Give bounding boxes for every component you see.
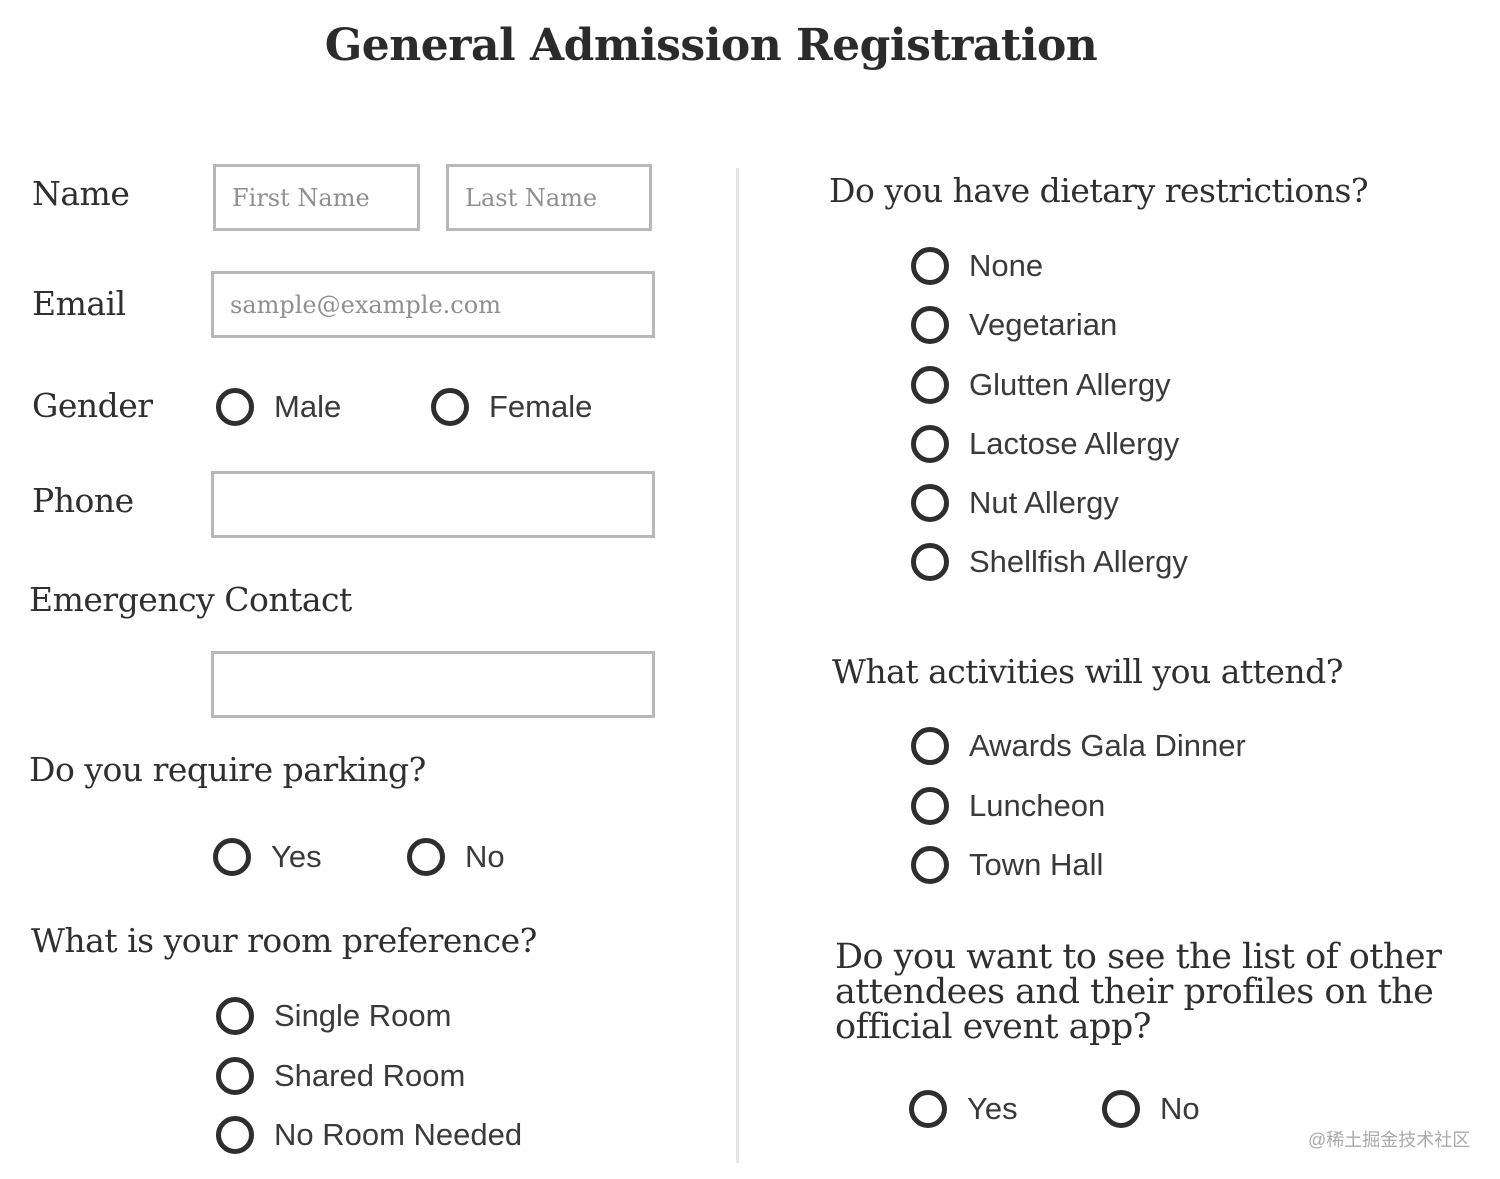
radio-label: Town Hall bbox=[969, 847, 1104, 882]
radio-label: Yes bbox=[271, 839, 322, 874]
phone-label: Phone bbox=[32, 481, 134, 520]
dietary-question: Do you have dietary restrictions? bbox=[829, 171, 1369, 210]
gender-male-radio[interactable]: Male bbox=[216, 388, 341, 426]
gender-female-radio[interactable]: Female bbox=[431, 388, 592, 426]
first-name-input[interactable]: First Name bbox=[213, 164, 420, 231]
radio-label: Glutten Allergy bbox=[969, 367, 1171, 402]
parking-question: Do you require parking? bbox=[29, 750, 426, 789]
radio-circle-icon bbox=[213, 838, 251, 876]
radio-circle-icon bbox=[911, 247, 949, 285]
room-question: What is your room preference? bbox=[31, 921, 537, 960]
radio-circle-icon bbox=[1102, 1090, 1140, 1128]
activity-luncheon-radio[interactable]: Luncheon bbox=[911, 787, 1105, 825]
radio-circle-icon bbox=[216, 997, 254, 1035]
radio-circle-icon bbox=[407, 838, 445, 876]
parking-yes-radio[interactable]: Yes bbox=[213, 838, 322, 876]
attendees-question-line: official event app? bbox=[835, 1007, 1152, 1047]
attendees-no-radio[interactable]: No bbox=[1102, 1090, 1200, 1128]
column-divider bbox=[736, 168, 739, 1163]
radio-label: None bbox=[969, 248, 1044, 283]
room-shared-radio[interactable]: Shared Room bbox=[216, 1057, 465, 1095]
watermark: @稀土掘金技术社区 bbox=[1308, 1130, 1471, 1150]
activities-question: What activities will you attend? bbox=[832, 652, 1344, 691]
radio-label: Awards Gala Dinner bbox=[969, 728, 1246, 763]
radio-label: Nut Allergy bbox=[969, 485, 1119, 520]
emergency-contact-input[interactable] bbox=[211, 651, 655, 718]
radio-circle-icon bbox=[909, 1090, 947, 1128]
radio-circle-icon bbox=[911, 484, 949, 522]
dietary-vegetarian-radio[interactable]: Vegetarian bbox=[911, 306, 1117, 344]
parking-no-radio[interactable]: No bbox=[407, 838, 505, 876]
email-input[interactable]: sample@example.com bbox=[211, 271, 655, 338]
dietary-nut-radio[interactable]: Nut Allergy bbox=[911, 484, 1119, 522]
radio-label: Female bbox=[489, 389, 593, 424]
radio-circle-icon bbox=[431, 388, 469, 426]
radio-label: Lactose Allergy bbox=[969, 426, 1180, 461]
radio-label: Yes bbox=[967, 1091, 1018, 1126]
radio-circle-icon bbox=[911, 543, 949, 581]
attendees-question-line: attendees and their profiles on the bbox=[835, 972, 1434, 1012]
attendees-question-line: Do you want to see the list of other bbox=[835, 937, 1442, 977]
radio-label: No bbox=[465, 839, 505, 874]
name-label: Name bbox=[32, 174, 130, 213]
room-none-radio[interactable]: No Room Needed bbox=[216, 1116, 522, 1154]
radio-label: No bbox=[1160, 1091, 1200, 1126]
radio-label: Single Room bbox=[274, 998, 452, 1033]
dietary-lactose-radio[interactable]: Lactose Allergy bbox=[911, 425, 1179, 463]
radio-label: No Room Needed bbox=[274, 1117, 523, 1152]
dietary-shellfish-radio[interactable]: Shellfish Allergy bbox=[911, 543, 1188, 581]
radio-circle-icon bbox=[911, 727, 949, 765]
radio-circle-icon bbox=[216, 388, 254, 426]
radio-circle-icon bbox=[911, 787, 949, 825]
radio-circle-icon bbox=[911, 306, 949, 344]
radio-circle-icon bbox=[911, 846, 949, 884]
attendees-question: Do you want to see the list of other att… bbox=[835, 937, 1442, 1047]
last-name-input[interactable]: Last Name bbox=[446, 164, 652, 231]
radio-label: Male bbox=[274, 389, 342, 424]
page-title: General Admission Registration bbox=[324, 20, 1098, 71]
room-single-radio[interactable]: Single Room bbox=[216, 997, 451, 1035]
attendees-yes-radio[interactable]: Yes bbox=[909, 1090, 1018, 1128]
radio-label: Vegetarian bbox=[969, 307, 1118, 342]
radio-circle-icon bbox=[216, 1057, 254, 1095]
gender-label: Gender bbox=[32, 386, 153, 425]
radio-circle-icon bbox=[911, 425, 949, 463]
radio-label: Shellfish Allergy bbox=[969, 544, 1188, 579]
email-label: Email bbox=[32, 284, 126, 323]
activity-townhall-radio[interactable]: Town Hall bbox=[911, 846, 1103, 884]
emergency-contact-label: Emergency Contact bbox=[29, 580, 352, 619]
radio-circle-icon bbox=[216, 1116, 254, 1154]
dietary-gluten-radio[interactable]: Glutten Allergy bbox=[911, 366, 1171, 404]
radio-circle-icon bbox=[911, 366, 949, 404]
activity-gala-radio[interactable]: Awards Gala Dinner bbox=[911, 727, 1246, 765]
radio-label: Shared Room bbox=[274, 1058, 466, 1093]
dietary-none-radio[interactable]: None bbox=[911, 247, 1043, 285]
radio-label: Luncheon bbox=[969, 788, 1106, 823]
phone-input[interactable] bbox=[211, 471, 655, 538]
